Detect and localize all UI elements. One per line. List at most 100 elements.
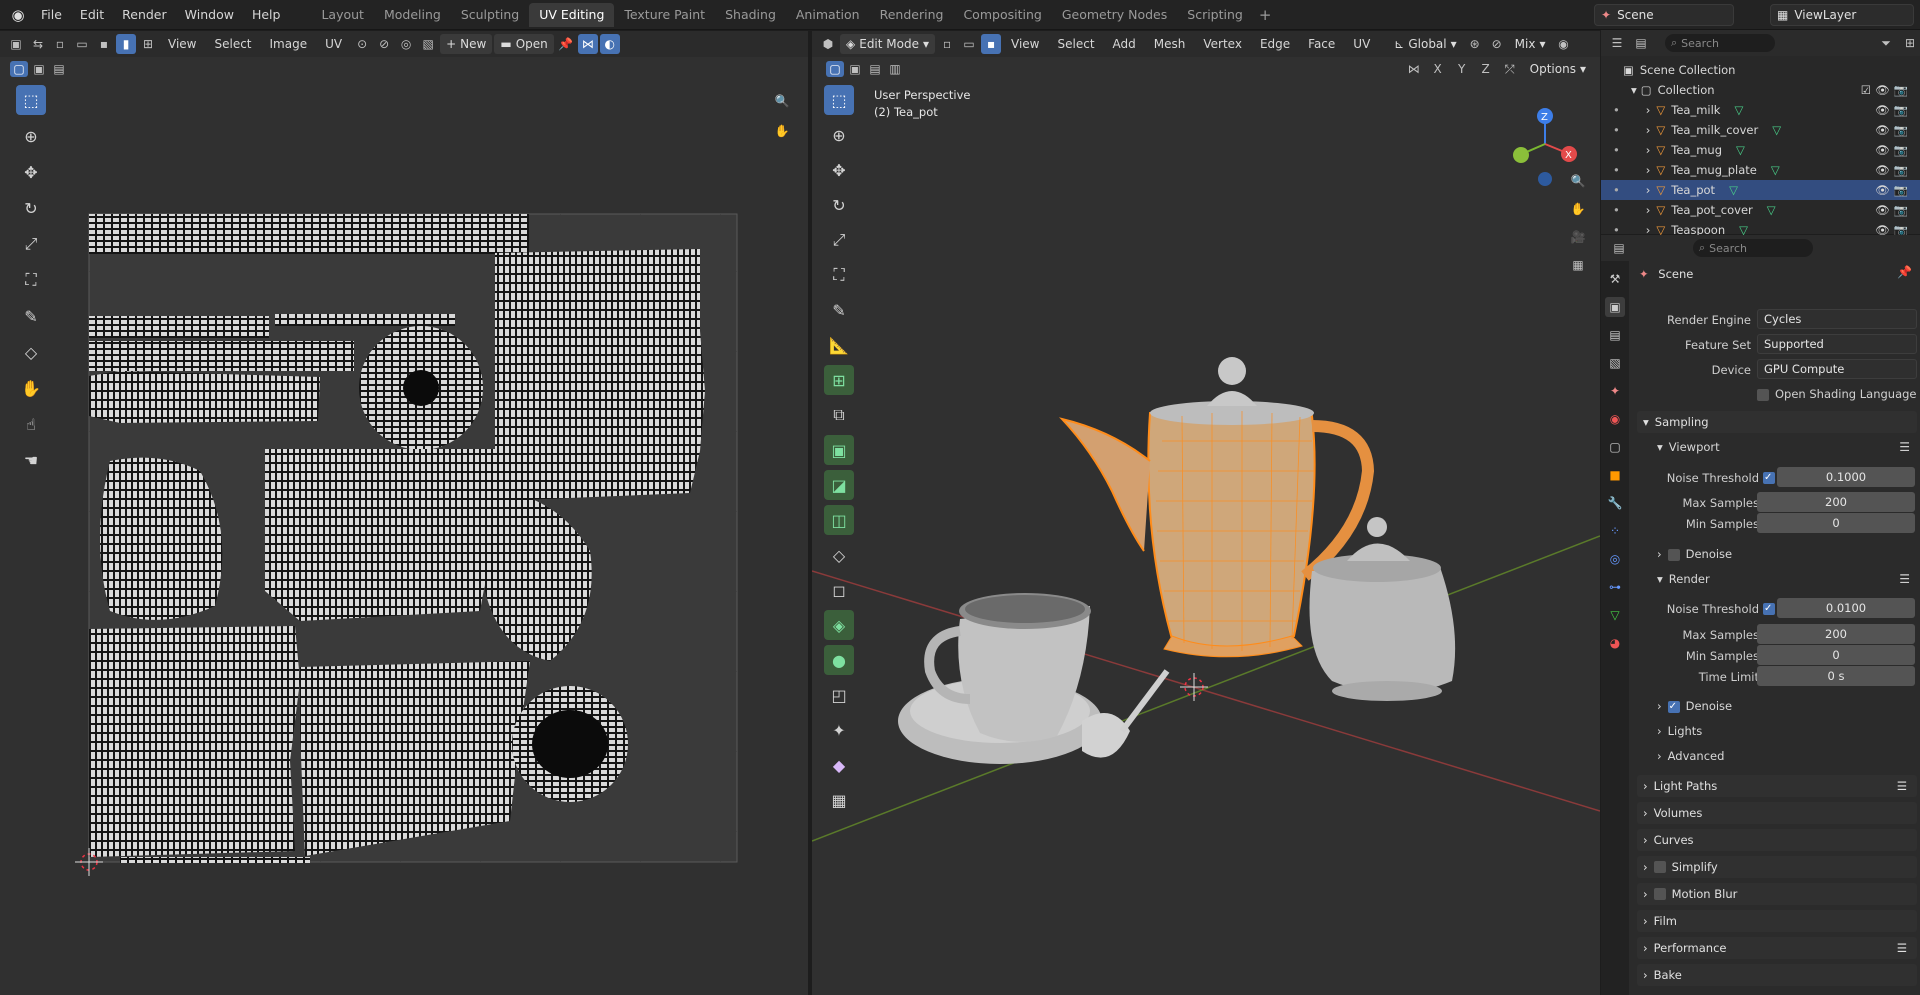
viewport-canvas[interactable]: Z X [812,31,1600,995]
vp-rotate-icon[interactable]: ↻ [824,190,854,220]
object-visibility-icons[interactable]: 👁📷 [1875,203,1912,217]
uv-editor-area[interactable]: ▣ ⇆ ▫ ▭ ▪ ▮ ⊞ View Select Image UV ⊙ ⊘ ◎… [0,31,808,995]
vp-grid-icon[interactable]: ▦ [1568,255,1588,275]
vp-max-field[interactable]: 200 [1757,492,1915,512]
presets-list-icon[interactable]: ☰ [1897,779,1907,793]
visibility-dot-icon[interactable]: • [1613,203,1620,217]
filter-icon[interactable]: ⏷ [1876,33,1896,53]
render-tab-icon[interactable]: ▣ [1605,297,1625,317]
presets-list-icon[interactable]: ☰ [1897,941,1907,955]
visibility-dot-icon[interactable]: • [1613,163,1620,177]
time-limit-field[interactable]: 0 s [1757,666,1915,686]
vp-smooth-icon[interactable]: ● [824,645,854,675]
lights-subpanel[interactable]: › Lights [1657,724,1702,738]
output-tab-icon[interactable]: ▤ [1605,325,1625,345]
outliner-object-row[interactable]: • › ▽ Tea_mug ▽ 👁📷 [1601,140,1920,160]
vp-shear-icon[interactable]: ◰ [824,680,854,710]
vp-knife-icon[interactable]: ◇ [824,540,854,570]
visibility-dot-icon[interactable]: • [1613,123,1620,137]
tool-tab-icon[interactable]: ⚒ [1605,269,1625,289]
render-subpanel-header[interactable]: ▾ Render [1657,572,1710,586]
vp-poly-build-icon[interactable]: ◻ [824,575,854,605]
constraints-tab-icon[interactable]: ⊶ [1605,577,1625,597]
visibility-dot-icon[interactable]: • [1613,103,1620,117]
advanced-subpanel[interactable]: › Advanced [1657,749,1724,763]
tab-rendering[interactable]: Rendering [870,3,954,27]
collection-visibility-icons[interactable]: ☑👁📷 [1861,83,1912,97]
menu-help[interactable]: Help [243,0,290,30]
object-visibility-icons[interactable]: 👁📷 [1875,123,1912,137]
viewport-subpanel-header[interactable]: ▾ Viewport [1657,440,1720,454]
display-mode-icon[interactable]: ▤ [1631,33,1651,53]
vp-noise-checkbox[interactable] [1763,472,1775,484]
outliner-object-row[interactable]: • › ▽ Tea_pot ▽ 👁📷 [1601,180,1920,200]
tab-texture-paint[interactable]: Texture Paint [614,3,715,27]
scene-selector[interactable]: ✦ Scene [1594,4,1734,26]
outliner-search[interactable]: ⌕ Search [1665,34,1775,52]
vp-spin-icon[interactable]: ◈ [824,610,854,640]
vp-uv-icon[interactable]: ◆ [824,750,854,780]
pin-context-icon[interactable]: 📌 [1897,265,1912,279]
vp-pan-icon[interactable]: ✋ [1568,199,1588,219]
tab-modeling[interactable]: Modeling [374,3,451,27]
add-workspace-icon[interactable]: + [1253,6,1278,24]
view-layer-selector[interactable]: ▦ ViewLayer [1770,4,1914,26]
mesh-data-icon[interactable]: ▽ [1729,183,1738,197]
scene-tab-icon[interactable]: ✦ [1605,381,1625,401]
panel-header-curves[interactable]: › Curves [1637,829,1917,851]
properties-search[interactable]: ⌕ Search [1693,239,1813,257]
r-noise-field[interactable]: 0.0100 [1777,598,1915,618]
outliner-object-row[interactable]: • › ▽ Tea_milk ▽ 👁📷 [1601,100,1920,120]
tab-scripting[interactable]: Scripting [1177,3,1253,27]
tab-layout[interactable]: Layout [311,3,374,27]
r-noise-checkbox[interactable] [1763,603,1775,615]
vp-extrude-icon[interactable]: ⧉ [824,400,854,430]
object-visibility-icons[interactable]: 👁📷 [1875,103,1912,117]
object-visibility-icons[interactable]: 👁📷 [1875,163,1912,177]
vp-loop-cut-icon[interactable]: ◫ [824,505,854,535]
object-visibility-icons[interactable]: 👁📷 [1875,143,1912,157]
r-max-field[interactable]: 200 [1757,624,1915,644]
mesh-data-icon[interactable]: ▽ [1734,103,1743,117]
panel-header-light-paths[interactable]: › Light Paths ☰ [1637,775,1917,797]
outliner-object-row[interactable]: • › ▽ Tea_mug_plate ▽ 👁📷 [1601,160,1920,180]
tab-shading[interactable]: Shading [715,3,786,27]
vp-scale-icon[interactable]: ⤢ [824,225,854,255]
menu-edit[interactable]: Edit [71,0,113,30]
tab-geometry-nodes[interactable]: Geometry Nodes [1052,3,1177,27]
3d-viewport-area[interactable]: ⬢ ◈ Edit Mode ▾ ▫ ▭ ▪ View Select Add Mesh… [812,31,1600,995]
panel-header-performance[interactable]: › Performance ☰ [1637,937,1917,959]
r-min-field[interactable]: 0 [1757,645,1915,665]
panel-header-simplify[interactable]: › Simplify [1637,856,1917,878]
render-presets-icon[interactable]: ☰ [1899,572,1910,586]
vp-inset-icon[interactable]: ▣ [824,435,854,465]
vp-rip-icon[interactable]: ✦ [824,715,854,745]
vp-noise-field[interactable]: 0.1000 [1777,467,1915,487]
vp-camera-icon[interactable]: 🎥 [1568,227,1588,247]
panel-header-bake[interactable]: › Bake [1637,964,1917,986]
properties-type-icon[interactable]: ▤ [1609,238,1629,258]
menu-window[interactable]: Window [176,0,243,30]
tab-uv-editing[interactable]: UV Editing [529,2,615,27]
panel-header-volumes[interactable]: › Volumes [1637,802,1917,824]
menu-render[interactable]: Render [113,0,176,30]
chevron-right-icon[interactable]: › [1646,203,1651,217]
vp-move-icon[interactable]: ✥ [824,155,854,185]
chevron-right-icon[interactable]: › [1646,183,1651,197]
world-tab-icon[interactable]: ◉ [1605,409,1625,429]
vp-min-field[interactable]: 0 [1757,513,1915,533]
visibility-dot-icon[interactable]: • [1613,143,1620,157]
mesh-data-icon[interactable]: ▽ [1772,123,1781,137]
visibility-dot-icon[interactable]: • [1613,183,1620,197]
vp-annotate-icon[interactable]: ✎ [824,295,854,325]
mesh-data-icon[interactable]: ▽ [1767,203,1776,217]
outliner-object-row[interactable]: • › ▽ Tea_pot_cover ▽ 👁📷 [1601,200,1920,220]
tab-sculpting[interactable]: Sculpting [451,3,529,27]
menu-file[interactable]: File [32,0,71,30]
render-engine-dropdown[interactable]: Cycles [1757,309,1917,329]
vp-denoise-subpanel[interactable]: › Denoise [1657,547,1732,561]
panel-checkbox[interactable] [1653,861,1666,873]
blender-logo-icon[interactable]: ◉ [4,0,32,30]
vp-box-icon[interactable]: ▦ [824,785,854,815]
collection-row[interactable]: ▾ ▢ Collection ☑👁📷 [1601,80,1920,100]
